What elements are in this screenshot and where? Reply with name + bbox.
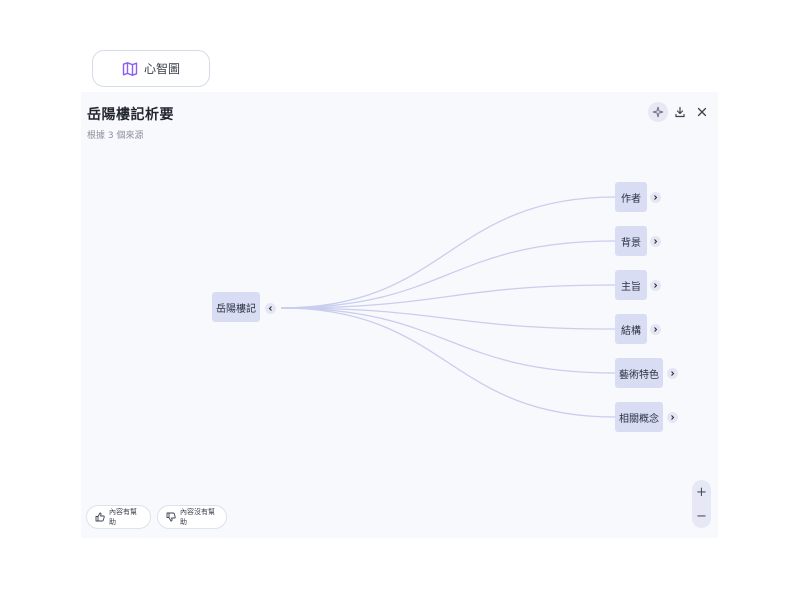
close-button[interactable] (692, 102, 712, 122)
child-node-label: 相關概念 (619, 413, 659, 425)
mindmap-connector (280, 240, 616, 309)
collapse-root-button[interactable] (265, 303, 276, 314)
chevron-right-icon (669, 414, 676, 421)
mindmap-connector (280, 307, 616, 330)
map-icon (122, 61, 138, 77)
mindmap-child-node[interactable]: 相關概念 (615, 402, 663, 432)
chevron-right-icon (652, 194, 659, 201)
panel-toolbar (648, 102, 712, 122)
root-node-label: 岳陽樓記 (216, 303, 256, 315)
not-helpful-button[interactable]: 內容沒有幫助 (157, 505, 227, 529)
helpful-label: 內容有幫助 (109, 508, 137, 526)
chevron-right-icon (652, 282, 659, 289)
zoom-in-button[interactable]: + (692, 481, 711, 503)
panel-title: 岳陽樓記析要 (87, 107, 174, 123)
download-icon (674, 106, 686, 118)
not-helpful-label: 內容沒有幫助 (180, 508, 215, 526)
child-node-label: 主旨 (621, 281, 641, 293)
expand-child-button[interactable] (650, 236, 661, 247)
chevron-right-icon (652, 326, 659, 333)
expand-child-button[interactable] (650, 324, 661, 335)
chevron-right-icon (669, 370, 676, 377)
thumbs-up-icon (95, 512, 105, 522)
mindmap-child-node[interactable]: 作者 (615, 182, 647, 212)
expand-child-button[interactable] (650, 280, 661, 291)
expand-child-button[interactable] (667, 368, 678, 379)
mindmap-child-node[interactable]: 背景 (615, 226, 647, 256)
helpful-button[interactable]: 內容有幫助 (86, 505, 151, 529)
mindmap-connector (280, 196, 616, 309)
mindmap-child-node[interactable]: 藝術特色 (615, 358, 663, 388)
mindmap-connector (280, 307, 616, 418)
mindmap-chip-label: 心智圖 (143, 62, 180, 76)
zoom-controls: + − (692, 480, 711, 528)
expand-child-button[interactable] (667, 412, 678, 423)
thumbs-down-icon (166, 512, 176, 522)
mindmap-child-node[interactable]: 主旨 (615, 270, 647, 300)
mindmap-panel: 岳陽樓記析要 根據 3 個來源 岳陽樓記 作者 背景 主旨 結構 藝術特色 相關… (81, 92, 718, 538)
chevron-right-icon (652, 238, 659, 245)
child-node-label: 背景 (621, 237, 641, 249)
zoom-out-button[interactable]: − (692, 505, 711, 527)
close-icon (696, 106, 708, 118)
source-count: 根據 3 個來源 (87, 131, 144, 141)
mindmap-chip[interactable]: 心智圖 (92, 50, 210, 87)
mindmap-root-node[interactable]: 岳陽樓記 (212, 292, 260, 322)
sparkle-button[interactable] (648, 102, 668, 122)
chevron-left-icon (267, 305, 274, 312)
child-node-label: 結構 (621, 325, 641, 337)
expand-child-button[interactable] (650, 192, 661, 203)
child-node-label: 作者 (621, 193, 641, 205)
download-button[interactable] (670, 102, 690, 122)
child-node-label: 藝術特色 (619, 369, 659, 381)
sparkle-icon (652, 106, 664, 118)
mindmap-child-node[interactable]: 結構 (615, 314, 647, 344)
